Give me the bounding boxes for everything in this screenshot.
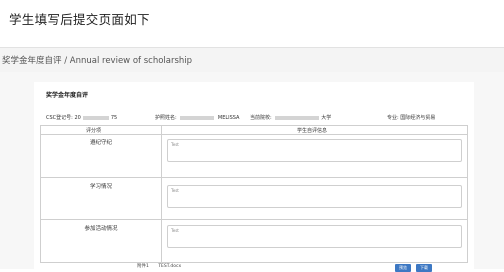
- csc-label: CSC登记号:: [46, 115, 73, 121]
- attachment: 附件1 TEST.docx: [137, 263, 181, 269]
- major-label: 专业:: [387, 115, 399, 121]
- row-label: 学习情况: [89, 184, 112, 190]
- major-value: 国际经济与贸易: [400, 115, 436, 121]
- school-suffix: 大学: [321, 115, 332, 121]
- redacted-block: [82, 115, 109, 120]
- page-header-title: 奖学金年度自评 / Annual review of scholarship: [2, 56, 193, 66]
- student-info-row: CSC登记号: 20 75 护照姓名: MELISSA 当前院校: 大学 专业: …: [34, 114, 474, 124]
- passport-label: 护照姓名:: [155, 115, 177, 121]
- self-review-textarea-activities[interactable]: Test: [167, 225, 462, 248]
- review-table: 评分项 学生自评信息 遵纪守纪 Test 学习情况 Test 参加活动情况 Te…: [40, 125, 468, 263]
- passport-suffix: MELISSA: [217, 115, 240, 121]
- preview-button[interactable]: 预览: [395, 264, 411, 272]
- page-header: 奖学金年度自评 / Annual review of scholarship: [0, 47, 504, 73]
- csc-suffix: 75: [110, 115, 118, 121]
- passport-name: 护照姓名: MELISSA: [155, 114, 239, 121]
- table-row: 遵纪守纪 Test: [41, 134, 467, 178]
- row-label: 遵纪守纪: [89, 140, 112, 146]
- self-review-textarea-discipline[interactable]: Test: [167, 139, 462, 162]
- csc-number: CSC登记号: 20 75: [46, 114, 117, 121]
- column-divider: [161, 126, 162, 262]
- csc-prefix: 20: [74, 115, 81, 121]
- download-button[interactable]: 下载: [416, 264, 432, 272]
- school-label: 当前院校:: [250, 115, 272, 121]
- current-school: 当前院校: 大学: [250, 114, 331, 121]
- row-label: 参加活动情况: [84, 226, 118, 232]
- redacted-block: [275, 115, 320, 120]
- col-header-item: 评分项: [86, 128, 102, 134]
- attachment-label: 附件1: [137, 264, 149, 269]
- form-background: 奖学金年度自评 CSC登记号: 20 75 护照姓名: MELISSA 当前院校:…: [0, 72, 504, 272]
- table-row: 参加活动情况 Test: [41, 220, 467, 263]
- self-review-textarea-study[interactable]: Test: [167, 185, 462, 208]
- table-row: 学习情况 Test: [41, 178, 467, 220]
- attachment-file-link[interactable]: TEST.docx: [158, 264, 181, 269]
- major: 专业: 国际经济与贸易: [387, 114, 435, 121]
- scholarship-review-form: 奖学金年度自评 CSC登记号: 20 75 护照姓名: MELISSA 当前院校:…: [34, 82, 474, 272]
- col-header-self-review: 学生自评信息: [297, 128, 328, 134]
- page-caption: 学生填写后提交页面如下: [9, 12, 150, 27]
- redacted-block: [180, 115, 215, 120]
- form-title: 奖学金年度自评: [46, 92, 89, 99]
